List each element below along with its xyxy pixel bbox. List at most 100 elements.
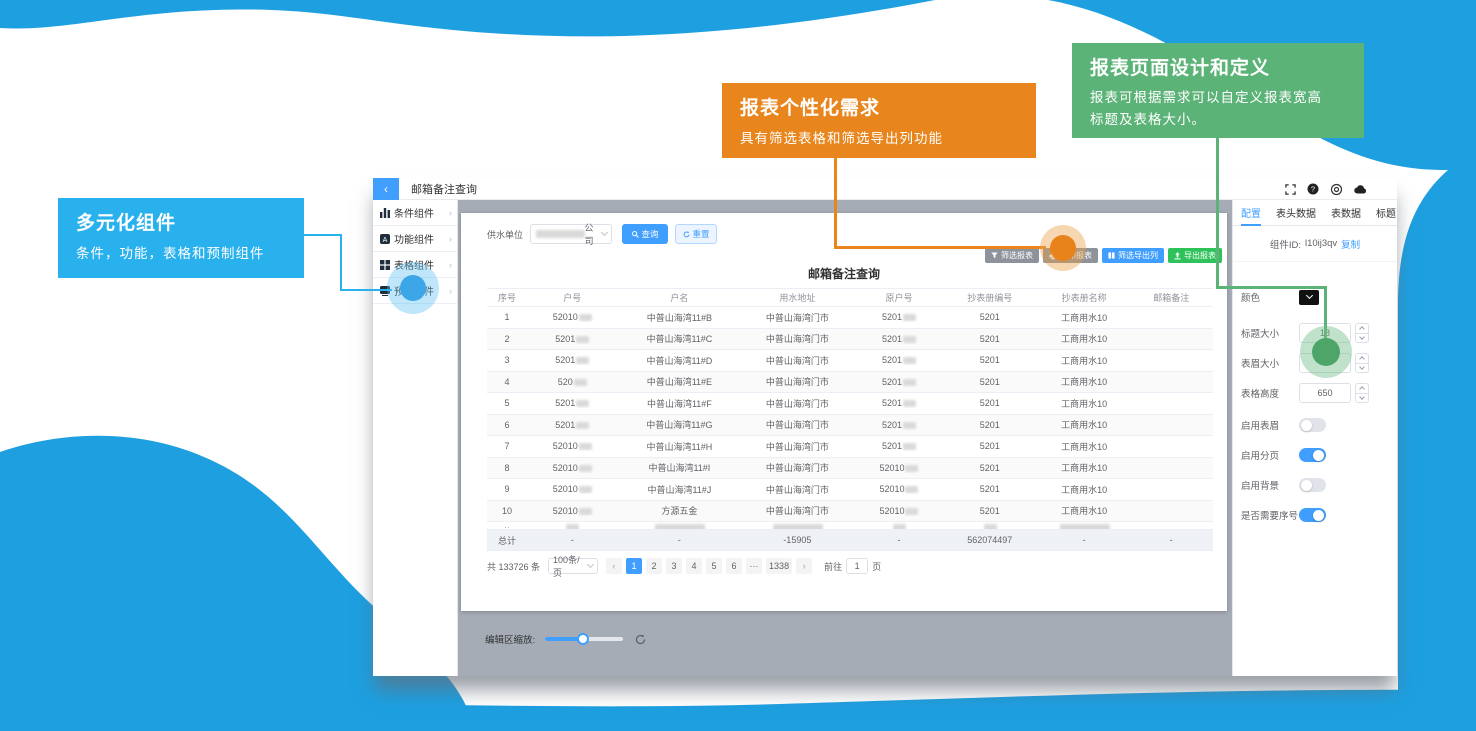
connector-orange-h	[834, 246, 1046, 249]
cell-address: 中普山海湾门市	[741, 397, 854, 410]
component-id-label: 组件ID:	[1270, 237, 1301, 251]
enable-pagination-toggle[interactable]	[1299, 448, 1326, 462]
cell-name: 中普山海湾11#F	[618, 397, 741, 410]
cell-no: 7	[487, 441, 527, 451]
filter-table-label: 筛选报表	[1001, 250, 1033, 261]
cell-no: 10	[487, 506, 527, 516]
page-button[interactable]: 5	[706, 558, 722, 574]
next-page-button[interactable]: ›	[796, 558, 812, 574]
column-header: 用水地址	[741, 291, 854, 304]
cell-name: 中普山海湾11#D	[618, 354, 741, 367]
prev-page-button[interactable]: ‹	[606, 558, 622, 574]
sidebar-item-function-components[interactable]: A 功能组件 ›	[373, 226, 457, 252]
zoom-slider[interactable]	[545, 637, 623, 641]
config-panel: 配置 表头数据 表数据 标题 组件ID: l10ij3qv 复制 颜色 标题大小	[1232, 200, 1397, 676]
cell-book-name: 工商用水10	[1035, 483, 1133, 496]
component-id-value: l10ij3qv	[1305, 238, 1337, 249]
page-button[interactable]: ···	[746, 558, 762, 574]
filter-table-button[interactable]: 筛选报表	[985, 248, 1039, 263]
cell-address: 中普山海湾门市	[741, 483, 854, 496]
page-button[interactable]: 4	[686, 558, 702, 574]
page-button[interactable]: 2	[646, 558, 662, 574]
cell-account: 52010	[527, 463, 618, 473]
cell-old-account: 5201	[854, 420, 945, 430]
redacted-text	[903, 422, 916, 429]
export-report-button[interactable]: 导出报表	[1168, 248, 1222, 263]
zoom-label: 编辑区缩放:	[485, 632, 535, 646]
cloud-icon[interactable]	[1354, 184, 1367, 195]
help-icon[interactable]: ?	[1307, 183, 1319, 195]
copy-id-link[interactable]: 复制	[1341, 237, 1360, 251]
zoom-reset-icon[interactable]	[635, 634, 646, 645]
field-enable-header-band: 启用表眉	[1241, 414, 1391, 436]
cell-no: 1	[487, 312, 527, 322]
tab-table-data[interactable]: 表数据	[1331, 200, 1361, 226]
cell-old-account: 52010	[854, 463, 945, 473]
cell-book-no: 5201	[944, 312, 1035, 322]
cell-name: 中普山海湾11#E	[618, 375, 741, 388]
sidebar-item-condition-components[interactable]: 条件组件 ›	[373, 200, 457, 226]
cell-account: 52010	[527, 441, 618, 451]
annotation-dot-green	[1300, 326, 1352, 378]
page-button[interactable]: 1	[626, 558, 642, 574]
cell-book-name: 工商用水10	[1035, 354, 1133, 367]
tab-header-data[interactable]: 表头数据	[1276, 200, 1316, 226]
preview-eye-icon[interactable]	[1330, 183, 1343, 196]
bar-chart-icon	[380, 208, 390, 218]
table-header-row: 序号 户号 户名 用水地址 原户号 抄表册编号 抄表册名称 邮箱备注	[487, 288, 1213, 307]
svg-text:?: ?	[1311, 185, 1315, 194]
redacted-text	[576, 400, 589, 407]
table-body: 1 52010 中普山海湾11#B 中普山海湾门市 5201 5201 工商用水…	[487, 307, 1213, 522]
filter-export-columns-button[interactable]: 筛选导出列	[1102, 248, 1164, 263]
table-row: 4 520 中普山海湾11#E 中普山海湾门市 5201 5201 工商用水10	[487, 372, 1213, 394]
page-button[interactable]: 1338	[766, 558, 792, 574]
page-button[interactable]: 6	[726, 558, 742, 574]
cell-name: 中普山海湾11#C	[618, 332, 741, 345]
zoom-slider-handle[interactable]	[577, 633, 589, 645]
sidebar-item-label: 条件组件	[394, 205, 449, 220]
redacted-text	[903, 443, 916, 450]
water-company-select[interactable]: 公司	[530, 224, 612, 244]
fullscreen-icon[interactable]	[1285, 184, 1296, 195]
redacted-text	[903, 379, 916, 386]
jump-page-input[interactable]	[846, 558, 868, 574]
enable-header-band-toggle[interactable]	[1299, 418, 1326, 432]
connector-green-h	[1216, 286, 1327, 289]
page-buttons: 1 2 3 4 5 6 ··· 1338	[626, 558, 792, 574]
table-height-input[interactable]	[1299, 383, 1351, 403]
field-enable-pagination: 启用分页	[1241, 444, 1391, 466]
cell-old-account: 5201	[854, 441, 945, 451]
tab-config[interactable]: 配置	[1241, 200, 1261, 226]
export-report-label: 导出报表	[1184, 250, 1216, 261]
reset-button[interactable]: 重置	[675, 224, 717, 244]
tab-title[interactable]: 标题	[1376, 200, 1396, 226]
color-picker[interactable]	[1299, 290, 1319, 305]
filter-export-columns-label: 筛选导出列	[1118, 250, 1158, 261]
filter-icon	[991, 252, 998, 259]
chevron-down-icon	[1305, 292, 1312, 299]
summary-row: 总计 - - -15905 - 562074497 - -	[487, 530, 1213, 551]
page-size-select[interactable]: 100条/页	[548, 558, 598, 574]
cell-account: 520	[527, 377, 618, 387]
page-size-value: 100条/页	[553, 553, 588, 579]
back-button[interactable]: ‹	[373, 178, 399, 200]
need-index-toggle[interactable]	[1299, 508, 1326, 522]
cell-book-name: 工商用水10	[1035, 375, 1133, 388]
chevron-down-icon	[587, 561, 594, 568]
cell-address: 中普山海湾门市	[741, 311, 854, 324]
header-band-size-stepper[interactable]	[1355, 353, 1369, 373]
table-row: 6 5201 中普山海湾11#G 中普山海湾门市 5201 5201 工商用水1…	[487, 415, 1213, 437]
enable-background-toggle[interactable]	[1299, 478, 1326, 492]
page-button[interactable]: 3	[666, 558, 682, 574]
redacted-text	[576, 336, 589, 343]
query-button[interactable]: 查询	[622, 224, 668, 244]
title-size-stepper[interactable]	[1355, 323, 1369, 343]
editor-canvas: 供水单位 公司 查询 重置 筛选报表	[458, 200, 1232, 676]
cell-book-no: 5201	[944, 484, 1035, 494]
table-height-stepper[interactable]	[1355, 383, 1369, 403]
app-window: ‹ 邮箱备注查询 ? 条件组件 › A 功能组件 ›	[373, 178, 1397, 676]
cell-name: 中普山海湾11#H	[618, 440, 741, 453]
redacted-text	[579, 465, 592, 472]
cell-address: 中普山海湾门市	[741, 418, 854, 431]
redacted-text	[903, 400, 916, 407]
